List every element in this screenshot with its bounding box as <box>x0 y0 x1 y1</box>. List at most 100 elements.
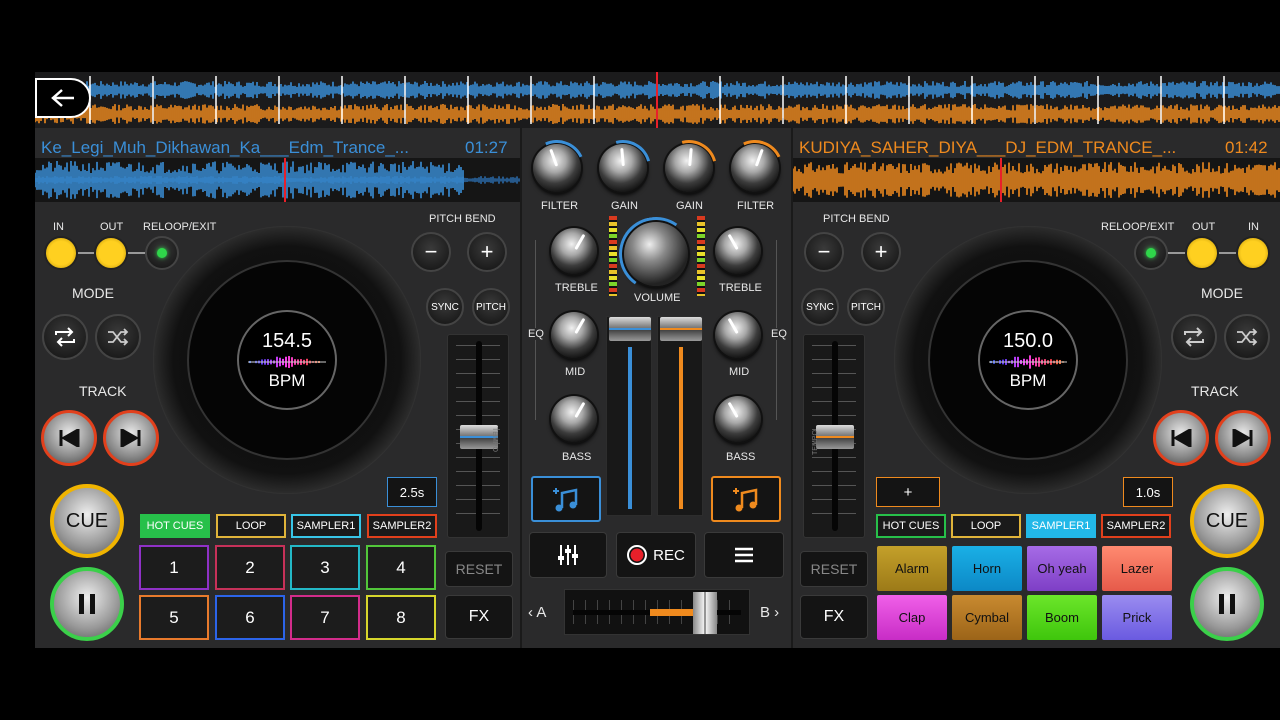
tempo-slider-right[interactable]: TEMPO <box>803 334 865 538</box>
tempo-slider[interactable]: TEMPO <box>447 334 509 538</box>
deck-right-waveform[interactable] <box>793 158 1280 202</box>
tab-sampler2-right[interactable]: SAMPLER2 <box>1101 514 1171 538</box>
reloop-exit-button-right[interactable] <box>1134 236 1168 270</box>
waveform-icon <box>248 355 326 368</box>
hot-cue-pad-5[interactable]: 5 <box>139 595 209 640</box>
loop-out-button[interactable] <box>94 236 128 270</box>
add-music-icon <box>553 488 578 512</box>
loop-in-button[interactable] <box>44 236 78 270</box>
shuffle-mode-button[interactable] <box>95 314 141 360</box>
shuffle-mode-button-right[interactable] <box>1224 314 1270 360</box>
reloop-led <box>157 248 167 258</box>
equalizer-settings-button[interactable] <box>529 532 607 578</box>
prev-track-button[interactable] <box>41 410 97 466</box>
time-button[interactable]: 2.5s <box>387 477 437 507</box>
sample-pad-oh-yeah[interactable]: Oh yeah <box>1027 546 1097 591</box>
shuffle-icon <box>1237 328 1258 346</box>
pitch-button-right[interactable]: PITCH <box>847 288 885 326</box>
prev-track-button-right[interactable] <box>1153 410 1209 466</box>
tempo-handle-right[interactable] <box>816 425 854 449</box>
cue-button[interactable]: CUE <box>50 484 124 558</box>
pitch-button[interactable]: PITCH <box>472 288 510 326</box>
bass-knob-left[interactable] <box>551 396 597 442</box>
bpm-value-right: 150.0 <box>1002 329 1054 352</box>
tab-loop-right[interactable]: LOOP <box>951 514 1021 538</box>
mid-knob-right[interactable] <box>715 312 761 358</box>
loop-in-button-right[interactable] <box>1236 236 1270 270</box>
tab-hot-cues-right[interactable]: HOT CUES <box>876 514 946 538</box>
chevron-right-icon: › <box>770 604 780 621</box>
reset-button[interactable]: RESET <box>445 551 513 587</box>
hot-cue-pad-1[interactable]: 1 <box>139 545 209 590</box>
bpm-unit-right: BPM <box>1009 370 1047 390</box>
add-sample-button[interactable]: + <box>876 477 940 507</box>
jog-wheel[interactable]: 154.5 BPM <box>153 226 421 494</box>
overview-waveform[interactable] <box>35 72 1280 128</box>
hot-cue-pad-3[interactable]: 3 <box>290 545 360 590</box>
out-label: OUT <box>100 221 124 233</box>
tab-sampler1[interactable]: SAMPLER1 <box>291 514 361 538</box>
sample-pad-alarm[interactable]: Alarm <box>877 546 947 591</box>
fx-button-right[interactable]: FX <box>800 595 868 639</box>
next-track-button[interactable] <box>103 410 159 466</box>
pitch-bend-minus-right[interactable]: − <box>804 232 844 272</box>
tab-loop[interactable]: LOOP <box>216 514 286 538</box>
sample-pad-prick[interactable]: Prick <box>1102 595 1172 640</box>
sample-pad-boom[interactable]: Boom <box>1027 595 1097 640</box>
pitch-bend-minus[interactable]: − <box>411 232 451 272</box>
tab-sampler1-right[interactable]: SAMPLER1 <box>1026 514 1096 538</box>
repeat-mode-button-right[interactable] <box>1171 314 1217 360</box>
add-music-icon <box>733 488 758 512</box>
channel-fader-right-handle[interactable] <box>660 317 702 341</box>
sample-pad-lazer[interactable]: Lazer <box>1102 546 1172 591</box>
hot-cue-pad-7[interactable]: 7 <box>290 595 360 640</box>
music-library-right-button[interactable] <box>711 476 781 522</box>
reloop-exit-button[interactable] <box>145 236 179 270</box>
hot-cue-pad-8[interactable]: 8 <box>366 595 436 640</box>
loop-out-button-right[interactable] <box>1185 236 1219 270</box>
mid-knob-left[interactable] <box>551 312 597 358</box>
channel-fader-left[interactable] <box>606 316 652 516</box>
next-track-button-right[interactable] <box>1215 410 1271 466</box>
back-button[interactable] <box>35 78 91 118</box>
music-library-left-button[interactable] <box>531 476 601 522</box>
out-label-right: OUT <box>1192 221 1216 233</box>
crossfader-handle[interactable] <box>693 592 718 634</box>
cue-button-right[interactable]: CUE <box>1190 484 1264 558</box>
pitch-bend-plus[interactable]: + <box>467 232 507 272</box>
pause-icon <box>1219 594 1235 614</box>
deck-right-time: 01:42 <box>1225 138 1268 157</box>
sample-pad-horn[interactable]: Horn <box>952 546 1022 591</box>
pause-icon <box>79 594 95 614</box>
channel-fader-right[interactable] <box>657 316 703 516</box>
sample-pad-clap[interactable]: Clap <box>877 595 947 640</box>
treble-knob-right[interactable] <box>715 228 761 274</box>
tab-sampler2[interactable]: SAMPLER2 <box>367 514 437 538</box>
play-pause-button[interactable] <box>50 567 124 641</box>
hot-cue-pad-4[interactable]: 4 <box>366 545 436 590</box>
bpm-display-right: 150.0 BPM <box>978 310 1078 410</box>
pitch-bend-plus-right[interactable]: + <box>861 232 901 272</box>
volume-label: VOLUME <box>634 292 681 304</box>
time-button-right[interactable]: 1.0s <box>1123 477 1173 507</box>
crossfader[interactable] <box>564 589 750 635</box>
repeat-mode-button[interactable] <box>42 314 88 360</box>
fx-button[interactable]: FX <box>445 595 513 639</box>
play-pause-button-right[interactable] <box>1190 567 1264 641</box>
sync-button[interactable]: SYNC <box>426 288 464 326</box>
treble-knob-left[interactable] <box>551 228 597 274</box>
pitch-bend-label-right: PITCH BEND <box>823 213 890 225</box>
hot-cue-pad-2[interactable]: 2 <box>215 545 285 590</box>
sync-button-right[interactable]: SYNC <box>801 288 839 326</box>
tab-hot-cues[interactable]: HOT CUES <box>140 514 210 538</box>
channel-fader-left-handle[interactable] <box>609 317 651 341</box>
reset-button-right[interactable]: RESET <box>800 551 868 587</box>
record-button[interactable]: REC <box>616 532 696 578</box>
sample-pad-cymbal[interactable]: Cymbal <box>952 595 1022 640</box>
deck-left-waveform[interactable] <box>35 158 520 202</box>
jog-wheel-right[interactable]: 150.0 BPM <box>894 226 1162 494</box>
hot-cue-pad-6[interactable]: 6 <box>215 595 285 640</box>
eq-label-right: EQ <box>771 328 787 340</box>
bass-knob-right[interactable] <box>715 396 761 442</box>
menu-button[interactable] <box>704 532 784 578</box>
